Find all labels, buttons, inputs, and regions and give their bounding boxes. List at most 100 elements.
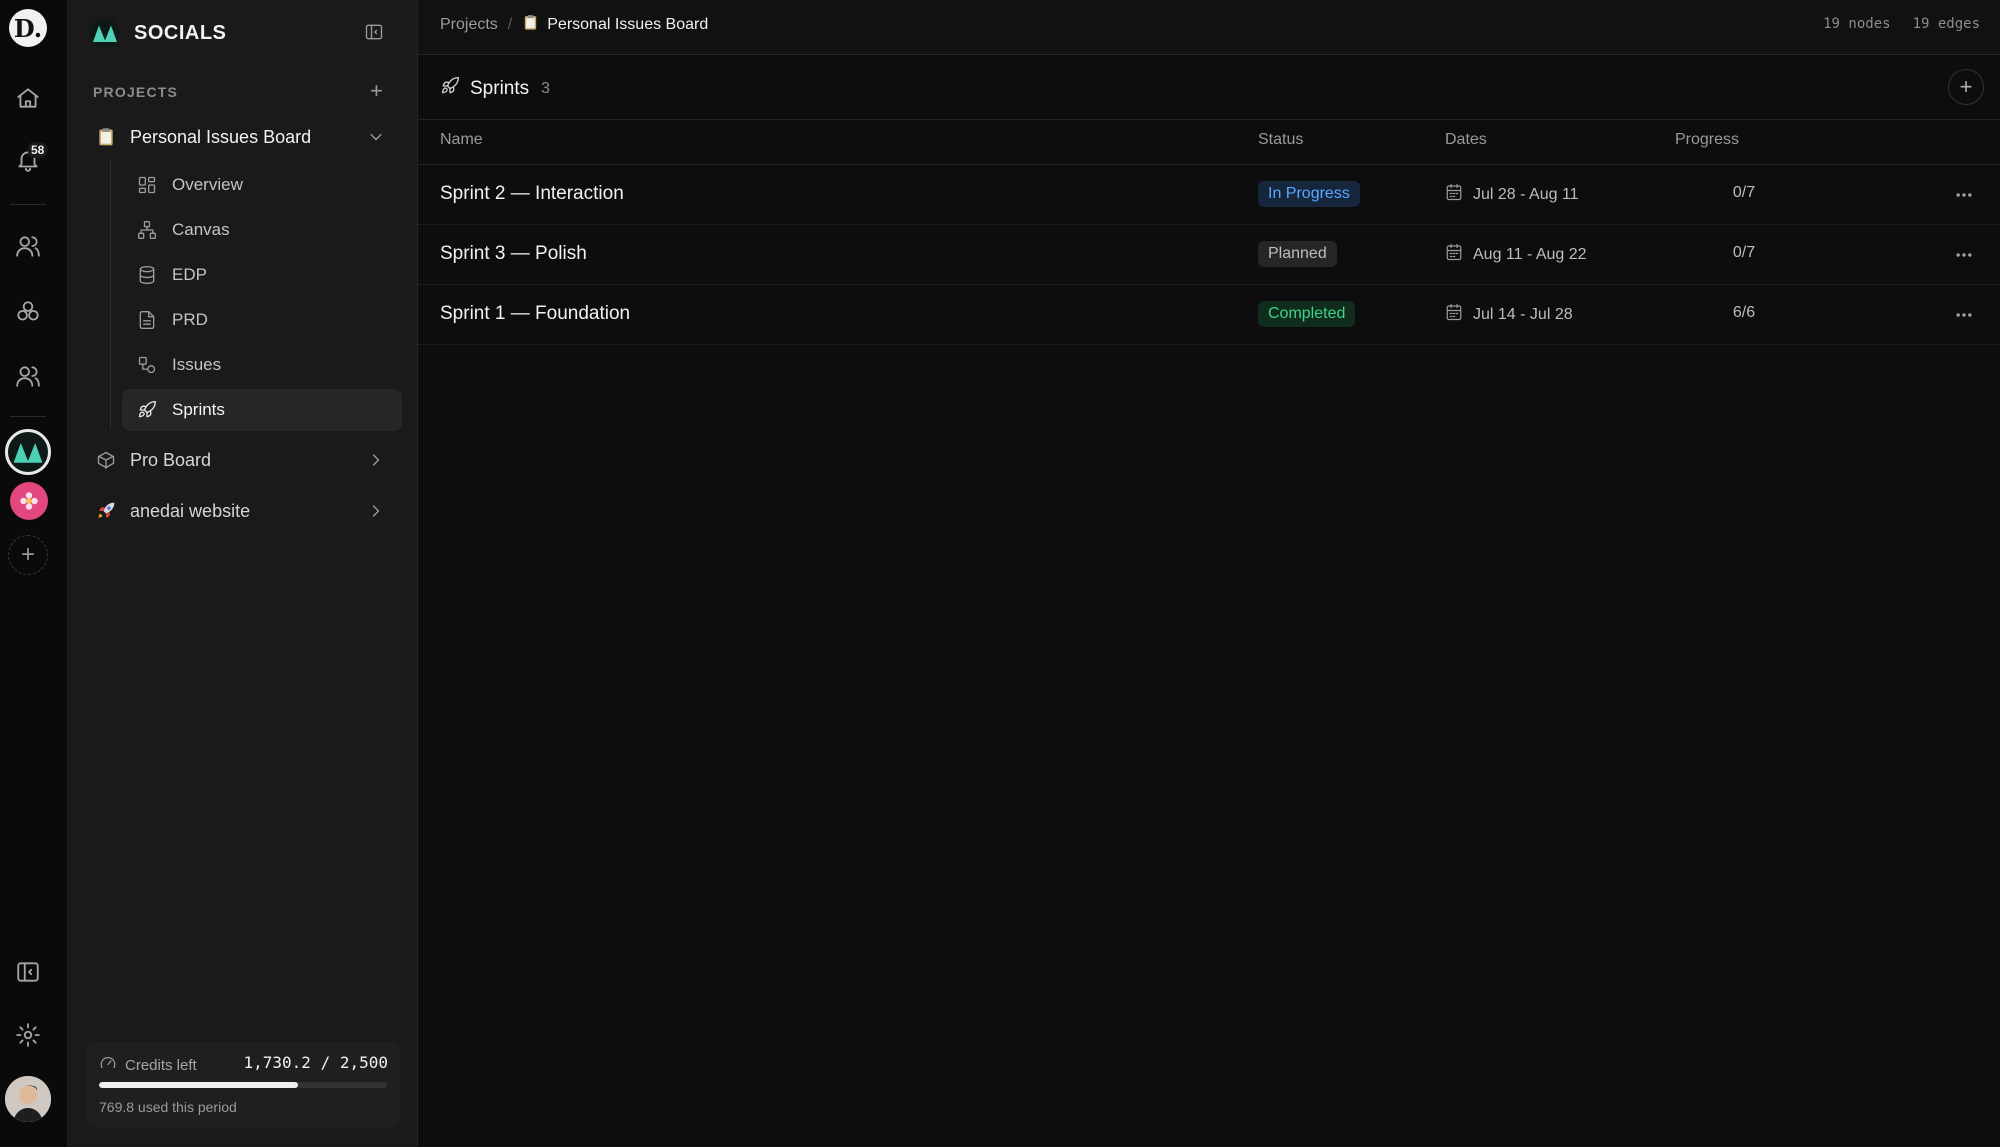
status-badge[interactable]: Planned — [1258, 241, 1337, 267]
sprint-count: 3 — [541, 79, 551, 97]
sprint-progress: 0/7 — [1732, 184, 1756, 201]
workspace-logo — [90, 18, 120, 48]
sprint-name[interactable]: Sprint 3 — Polish — [440, 243, 587, 265]
node-count: 19 nodes — [1823, 16, 1891, 32]
sidebar: SOCIALS PROJECTS + Personal Issues Board… — [68, 0, 418, 1147]
rail-divider — [10, 204, 46, 205]
table-row[interactable]: Sprint 3 — Polish Planned Aug 11 - Aug 2… — [418, 225, 2000, 285]
collapse-sidebar-icon[interactable] — [364, 22, 388, 46]
apps-icon[interactable] — [0, 288, 56, 336]
calendar-icon — [1445, 243, 1463, 266]
nav-item-label: Overview — [172, 175, 243, 194]
issues-icon — [136, 354, 158, 376]
add-workspace-button[interactable]: + — [8, 535, 48, 575]
panel-icon[interactable] — [0, 948, 56, 996]
column-header-dates[interactable]: Dates — [1445, 131, 1487, 149]
more-options-icon[interactable] — [1952, 183, 1976, 207]
nav-item-issues[interactable]: Issues — [122, 344, 402, 386]
table-row[interactable]: Sprint 2 — Interaction In Progress Jul 2… — [418, 165, 2000, 225]
credits-label: Credits left — [125, 1056, 197, 1074]
nav-item-sprints[interactable]: Sprints — [122, 389, 402, 431]
table-row[interactable]: Sprint 1 — Foundation Completed Jul 14 -… — [418, 285, 2000, 345]
sprints-title-group: Sprints 3 — [440, 76, 550, 101]
chevron-right-icon[interactable] — [366, 501, 384, 519]
database-icon — [136, 264, 158, 286]
calendar-icon — [1445, 183, 1463, 206]
date-range: Aug 11 - Aug 22 — [1473, 245, 1587, 263]
nav-item-label: Sprints — [172, 400, 225, 419]
tree-guide-line — [110, 160, 111, 430]
more-options-icon[interactable] — [1952, 243, 1976, 267]
app-logo[interactable]: D. — [9, 9, 47, 47]
credits-progress-fill — [99, 1082, 299, 1088]
people-icon[interactable] — [0, 222, 56, 270]
project-label: anedai website — [130, 500, 251, 521]
gauge-icon — [99, 1054, 117, 1076]
credits-progress-bar — [99, 1082, 387, 1088]
box-icon — [94, 448, 118, 472]
user-avatar[interactable] — [5, 1076, 51, 1122]
edge-count: 19 edges — [1912, 16, 1980, 32]
add-project-button[interactable]: + — [370, 80, 383, 102]
notification-badge: 58 — [28, 142, 48, 158]
status-badge[interactable]: Completed — [1258, 301, 1356, 327]
calendar-icon — [1445, 303, 1463, 326]
nav-item-canvas[interactable]: Canvas — [122, 209, 402, 251]
project-anedai-website[interactable]: anedai website — [90, 491, 400, 531]
page-title: Sprints — [470, 77, 530, 99]
breadcrumb-current: Personal Issues Board — [547, 16, 709, 33]
sprint-progress: 0/7 — [1732, 244, 1756, 261]
rail-divider — [10, 416, 46, 417]
sprint-name[interactable]: Sprint 2 — Interaction — [440, 183, 624, 205]
team-icon[interactable] — [0, 352, 56, 400]
chevron-right-icon[interactable] — [366, 450, 384, 468]
nav-item-prd[interactable]: PRD — [122, 299, 402, 341]
date-range: Jul 14 - Jul 28 — [1473, 305, 1573, 323]
gear-icon[interactable] — [0, 1011, 56, 1059]
top-bar: Projects / Personal Issues Board 19 node… — [418, 0, 2000, 55]
nav-item-overview[interactable]: Overview — [122, 164, 402, 206]
add-sprint-button[interactable]: + — [1948, 69, 1984, 105]
nav-item-label: Issues — [172, 355, 222, 374]
home-icon[interactable] — [0, 74, 56, 122]
rocket-icon — [440, 76, 460, 101]
chevron-down-icon[interactable] — [366, 127, 384, 145]
clipboard-icon — [522, 14, 539, 36]
column-header-name[interactable]: Name — [440, 131, 483, 149]
date-range: Jul 28 - Aug 11 — [1473, 185, 1579, 203]
nav-item-edp[interactable]: EDP — [122, 254, 402, 296]
column-header-status[interactable]: Status — [1258, 131, 1303, 149]
project-label: Personal Issues Board — [130, 126, 312, 147]
status-badge[interactable]: In Progress — [1258, 181, 1360, 207]
breadcrumb-projects-link[interactable]: Projects — [440, 16, 498, 34]
main-content: Projects / Personal Issues Board 19 node… — [418, 0, 2000, 1147]
workspace-name: SOCIALS — [134, 21, 227, 44]
bell-icon[interactable] — [0, 136, 56, 184]
hierarchy-icon — [136, 219, 158, 241]
more-options-icon[interactable] — [1952, 303, 1976, 327]
credits-panel: Credits left 1,730.2 / 2,500 769.8 used … — [86, 1042, 400, 1128]
breadcrumb-separator: / — [507, 16, 513, 33]
credits-label-group: Credits left — [99, 1054, 197, 1076]
nav-item-label: PRD — [172, 310, 208, 329]
grid-icon — [136, 174, 158, 196]
projects-section-label: PROJECTS — [93, 84, 179, 100]
rocket-emoji-icon — [94, 499, 118, 523]
nav-item-label: Canvas — [172, 220, 230, 239]
rocket-icon — [136, 399, 158, 421]
sprint-name[interactable]: Sprint 1 — Foundation — [440, 303, 630, 325]
breadcrumb: Projects / Personal Issues Board — [440, 14, 708, 36]
project-pro-board[interactable]: Pro Board — [90, 440, 400, 480]
workspace-socials-avatar[interactable] — [5, 429, 51, 475]
workspace-header[interactable]: SOCIALS — [90, 18, 226, 48]
project-label: Pro Board — [130, 449, 212, 470]
app-rail: D. 58 + — [0, 0, 68, 1147]
project-personal-issues-board[interactable]: Personal Issues Board — [90, 117, 400, 157]
workspace-flower-avatar[interactable] — [10, 482, 48, 520]
graph-stats: 19 nodes 19 edges — [1823, 16, 1980, 32]
clipboard-icon — [94, 125, 118, 149]
document-icon — [136, 309, 158, 331]
column-header-progress[interactable]: Progress — [1675, 131, 1739, 149]
sprint-dates: Aug 11 - Aug 22 — [1445, 243, 1587, 266]
nav-item-label: EDP — [172, 265, 207, 284]
